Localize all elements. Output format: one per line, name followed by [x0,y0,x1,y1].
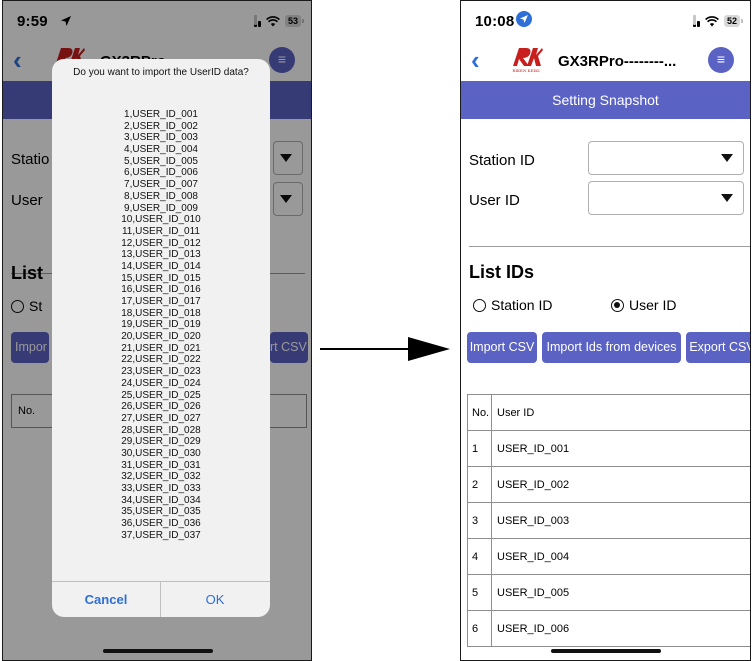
import-csv-button[interactable]: Import CSV [467,332,537,363]
table-row[interactable]: 3 USER_ID_003 [467,502,750,539]
alert-list-item: 25,USER_ID_025 [121,389,201,401]
alert-list-item: 37,USER_ID_037 [121,529,201,541]
table-cell-no: 1 [467,430,492,467]
alert-list-item: 22,USER_ID_022 [121,354,201,366]
nav-bar: ‹ RIKEN KEIKI GX3RPro--------... ≡ [461,41,750,81]
ok-button[interactable]: OK [161,582,269,617]
alert-list-item: 9,USER_ID_009 [124,202,198,214]
table-header-no: No. [467,394,492,431]
table-cell-no: 5 [467,574,492,611]
table-cell-user-id: USER_ID_001 [491,430,750,467]
setting-snapshot-header: Setting Snapshot [461,81,750,119]
home-indicator[interactable] [551,649,661,653]
table-row[interactable]: 5 USER_ID_005 [467,574,750,611]
alert-list-item: 5,USER_ID_005 [124,155,198,167]
app-title: GX3RPro--------... [558,53,677,70]
radio-station-label: Station ID [491,297,553,313]
alert-list-item: 13,USER_ID_013 [121,249,201,261]
alert-list-item: 21,USER_ID_021 [121,342,201,354]
table-cell-user-id: USER_ID_002 [491,466,750,503]
alert-list-item: 31,USER_ID_031 [121,459,201,471]
chevron-left-icon[interactable]: ‹ [471,47,480,73]
alert-list-item: 15,USER_ID_015 [121,272,201,284]
alert-list-item: 30,USER_ID_030 [121,447,201,459]
user-id-label: User ID [469,192,520,209]
alert-list-item: 2,USER_ID_002 [124,120,198,132]
alert-list-item: 12,USER_ID_012 [121,237,201,249]
logo-text: RIKEN KEIKI [512,68,540,73]
wifi-icon [705,15,719,26]
station-id-select[interactable] [588,141,744,175]
radio-circle-icon [473,298,486,312]
table-row[interactable]: 6 USER_ID_006 [467,610,750,647]
table-header-user-id: User ID [491,394,750,431]
cellular-signal-icon [692,15,700,27]
import-ids-from-devices-button[interactable]: Import Ids from devices [542,332,681,363]
phone-screen-before: 9:59 53 ‹ RIKEN KEIKI GX3RPro ≡ Statio U… [2,0,312,661]
alert-list-item: 14,USER_ID_014 [121,260,201,272]
alert-list-item: 26,USER_ID_026 [121,401,201,413]
alert-list-item: 17,USER_ID_017 [121,296,201,307]
alert-list-item: 32,USER_ID_032 [121,471,201,483]
table-row[interactable]: 4 USER_ID_004 [467,538,750,575]
station-id-label: Station ID [469,152,535,169]
caret-down-icon [721,154,733,162]
alert-list-item: 20,USER_ID_020 [121,331,201,343]
transition-arrow-icon [320,337,450,361]
radio-selected-icon [611,298,624,312]
table-cell-user-id: USER_ID_005 [491,574,750,611]
table-cell-no: 4 [467,538,492,575]
alert-list-item: 4,USER_ID_004 [124,144,198,156]
table-header-row: No. User ID [467,394,750,431]
alert-list-item: 23,USER_ID_023 [121,366,201,378]
alert-list-item: 8,USER_ID_008 [124,190,198,202]
alert-list-item: 3,USER_ID_003 [124,132,198,144]
list-ids-title: List IDs [469,262,535,282]
cancel-button[interactable]: Cancel [52,582,160,617]
user-id-select[interactable] [588,181,744,215]
alert-list-item: 24,USER_ID_024 [121,377,201,389]
table-cell-no: 3 [467,502,492,539]
alert-list-item: 1,USER_ID_001 [124,109,198,120]
alert-list-item: 29,USER_ID_029 [121,436,201,448]
alert-list-item: 33,USER_ID_033 [121,483,201,494]
alert-list-item: 34,USER_ID_034 [121,494,201,506]
location-arrow-icon [516,11,532,27]
alert-id-list: 1,USER_ID_001 2,USER_ID_002 3,USER_ID_003 4… [52,109,270,541]
table-cell-no: 2 [467,466,492,503]
alert-list-item: 19,USER_ID_019 [121,319,201,331]
table-cell-user-id: USER_ID_006 [491,610,750,647]
divider [469,246,750,247]
import-confirm-alert: Do you want to import the UserID data? 1… [52,59,270,617]
status-bar: 10:08 52 [461,1,750,41]
table-cell-user-id: USER_ID_003 [491,502,750,539]
phone-screen-after: 10:08 52 ‹ RIKEN KEIKI GX3RPro--------..… [460,0,751,661]
radio-station-id[interactable]: Station ID [473,297,552,313]
alert-list-item: 35,USER_ID_035 [121,506,201,518]
alert-list-item: 6,USER_ID_006 [124,167,198,179]
radio-user-label: User ID [629,297,677,313]
caret-down-icon [721,194,733,202]
table-cell-user-id: USER_ID_004 [491,538,750,575]
alert-list-item: 28,USER_ID_028 [121,424,201,436]
alert-list-item: 7,USER_ID_007 [124,179,198,191]
table-row[interactable]: 2 USER_ID_002 [467,466,750,503]
alert-title: Do you want to import the UserID data? [73,67,249,78]
table-row[interactable]: 1 USER_ID_001 [467,430,750,467]
home-indicator[interactable] [103,649,213,653]
alert-list-item: 11,USER_ID_011 [121,225,200,237]
alert-list-item: 27,USER_ID_027 [121,412,201,424]
battery-icon: 52 [723,15,744,27]
export-csv-button[interactable]: Export CSV [686,332,750,363]
alert-list-item: 16,USER_ID_016 [121,284,201,296]
radio-user-id[interactable]: User ID [611,297,676,313]
table-cell-no: 6 [467,610,492,647]
alert-list-item: 36,USER_ID_036 [121,518,201,530]
menu-icon[interactable]: ≡ [708,47,734,73]
status-time: 10:08 [475,13,515,30]
alert-list-item: 10,USER_ID_010 [121,214,201,226]
user-id-table: No. User ID 1 USER_ID_001 2 USER_ID_002 3 USE… [467,394,750,647]
alert-list-item: 18,USER_ID_018 [121,307,201,319]
